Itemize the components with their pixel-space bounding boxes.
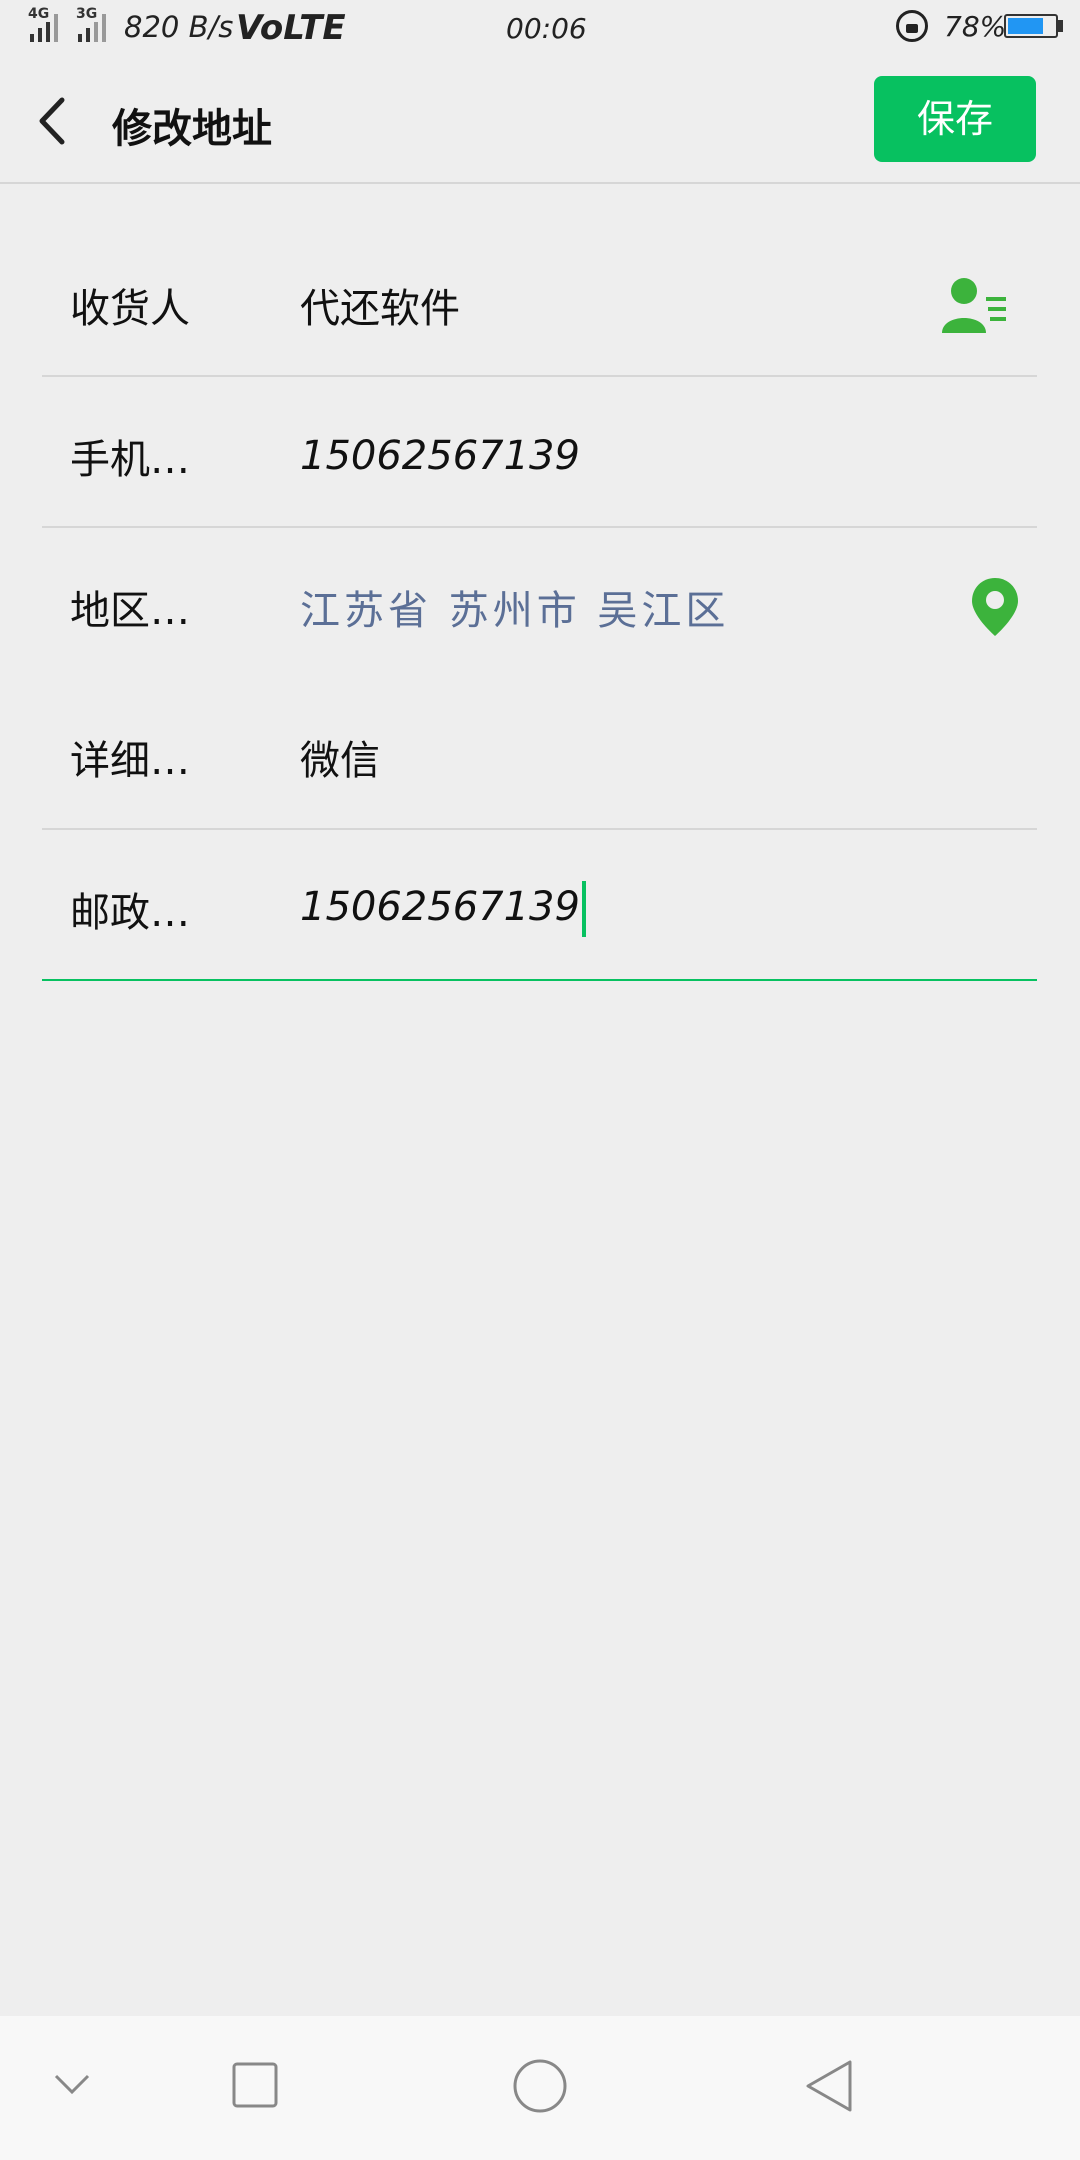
home-circle-icon[interactable] xyxy=(512,2058,568,2114)
save-button[interactable]: 保存 xyxy=(874,76,1036,162)
phone-row[interactable]: 手机… 15062567139 xyxy=(0,381,1080,531)
region-row[interactable]: 地区… 江苏省 苏州市 吴江区 xyxy=(0,532,1080,682)
volte-indicator: VoLTE xyxy=(236,8,346,48)
detail-address-label: 详细… xyxy=(70,738,190,784)
postcode-value: 15062567139 xyxy=(300,884,580,930)
title-bar: 修改地址 保存 xyxy=(0,58,1080,184)
divider xyxy=(42,375,1037,377)
signal-strength-icon xyxy=(30,12,58,42)
detail-address-row[interactable]: 详细… 微信 xyxy=(0,682,1080,832)
collapse-chevron-icon[interactable] xyxy=(52,2070,92,2100)
system-navigation-bar xyxy=(0,2016,1080,2160)
region-label: 地区… xyxy=(70,588,190,634)
status-bar: 4G 3G 820 B/s VoLTE 00:06 78% xyxy=(0,0,1080,58)
postcode-row[interactable]: 邮政… 15062567139 xyxy=(0,834,1080,984)
back-triangle-icon[interactable] xyxy=(804,2058,854,2114)
postcode-label: 邮政… xyxy=(70,890,190,936)
rotation-lock-icon xyxy=(896,10,928,42)
battery-icon xyxy=(1004,14,1058,38)
network-speed: 820 B/s xyxy=(124,10,234,44)
consignee-row[interactable]: 收货人 代还软件 xyxy=(0,230,1080,380)
phone-input[interactable]: 15062567139 xyxy=(300,433,580,479)
signal-strength-icon-2 xyxy=(78,12,106,42)
recent-apps-icon[interactable] xyxy=(232,2062,278,2108)
page-title: 修改地址 xyxy=(112,106,272,152)
location-pin-icon[interactable] xyxy=(970,576,1020,638)
divider xyxy=(42,828,1037,830)
clock: 00:06 xyxy=(506,12,587,45)
phone-label: 手机… xyxy=(70,437,190,483)
battery-tip xyxy=(1058,20,1063,32)
contact-list-icon[interactable] xyxy=(940,275,1010,335)
divider xyxy=(42,526,1037,528)
postcode-input[interactable]: 15062567139 xyxy=(300,881,586,937)
text-cursor xyxy=(581,881,586,937)
back-arrow-icon[interactable] xyxy=(34,94,74,148)
consignee-input[interactable]: 代还软件 xyxy=(300,276,460,334)
active-field-underline xyxy=(42,979,1037,981)
detail-address-input[interactable]: 微信 xyxy=(300,728,380,786)
battery-percent: 78% xyxy=(944,10,1007,43)
region-selector[interactable]: 江苏省 苏州市 吴江区 xyxy=(300,578,729,636)
consignee-label: 收货人 xyxy=(70,286,190,332)
battery-fill xyxy=(1008,18,1043,34)
